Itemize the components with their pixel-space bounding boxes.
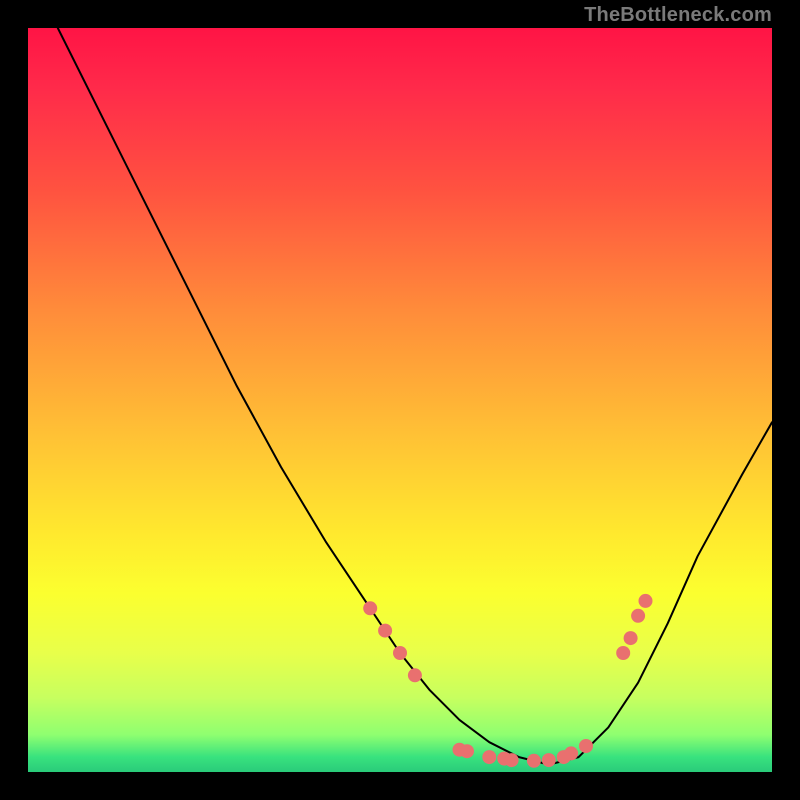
chart-frame: TheBottleneck.com	[0, 0, 800, 800]
highlight-marker	[527, 754, 541, 768]
highlight-marker	[363, 601, 377, 615]
bottleneck-curve	[28, 28, 772, 772]
highlight-marker	[639, 594, 653, 608]
highlight-marker	[616, 646, 630, 660]
highlight-marker	[460, 744, 474, 758]
highlight-marker	[482, 750, 496, 764]
highlight-marker	[564, 746, 578, 760]
highlight-marker	[542, 753, 556, 767]
highlight-marker	[579, 739, 593, 753]
highlight-marker	[631, 609, 645, 623]
highlight-marker	[378, 624, 392, 638]
plot-area	[28, 28, 772, 772]
highlight-marker	[505, 753, 519, 767]
highlight-marker	[624, 631, 638, 645]
curve-path	[58, 28, 772, 765]
watermark-text: TheBottleneck.com	[584, 4, 772, 27]
highlight-marker	[393, 646, 407, 660]
highlight-marker	[408, 668, 422, 682]
